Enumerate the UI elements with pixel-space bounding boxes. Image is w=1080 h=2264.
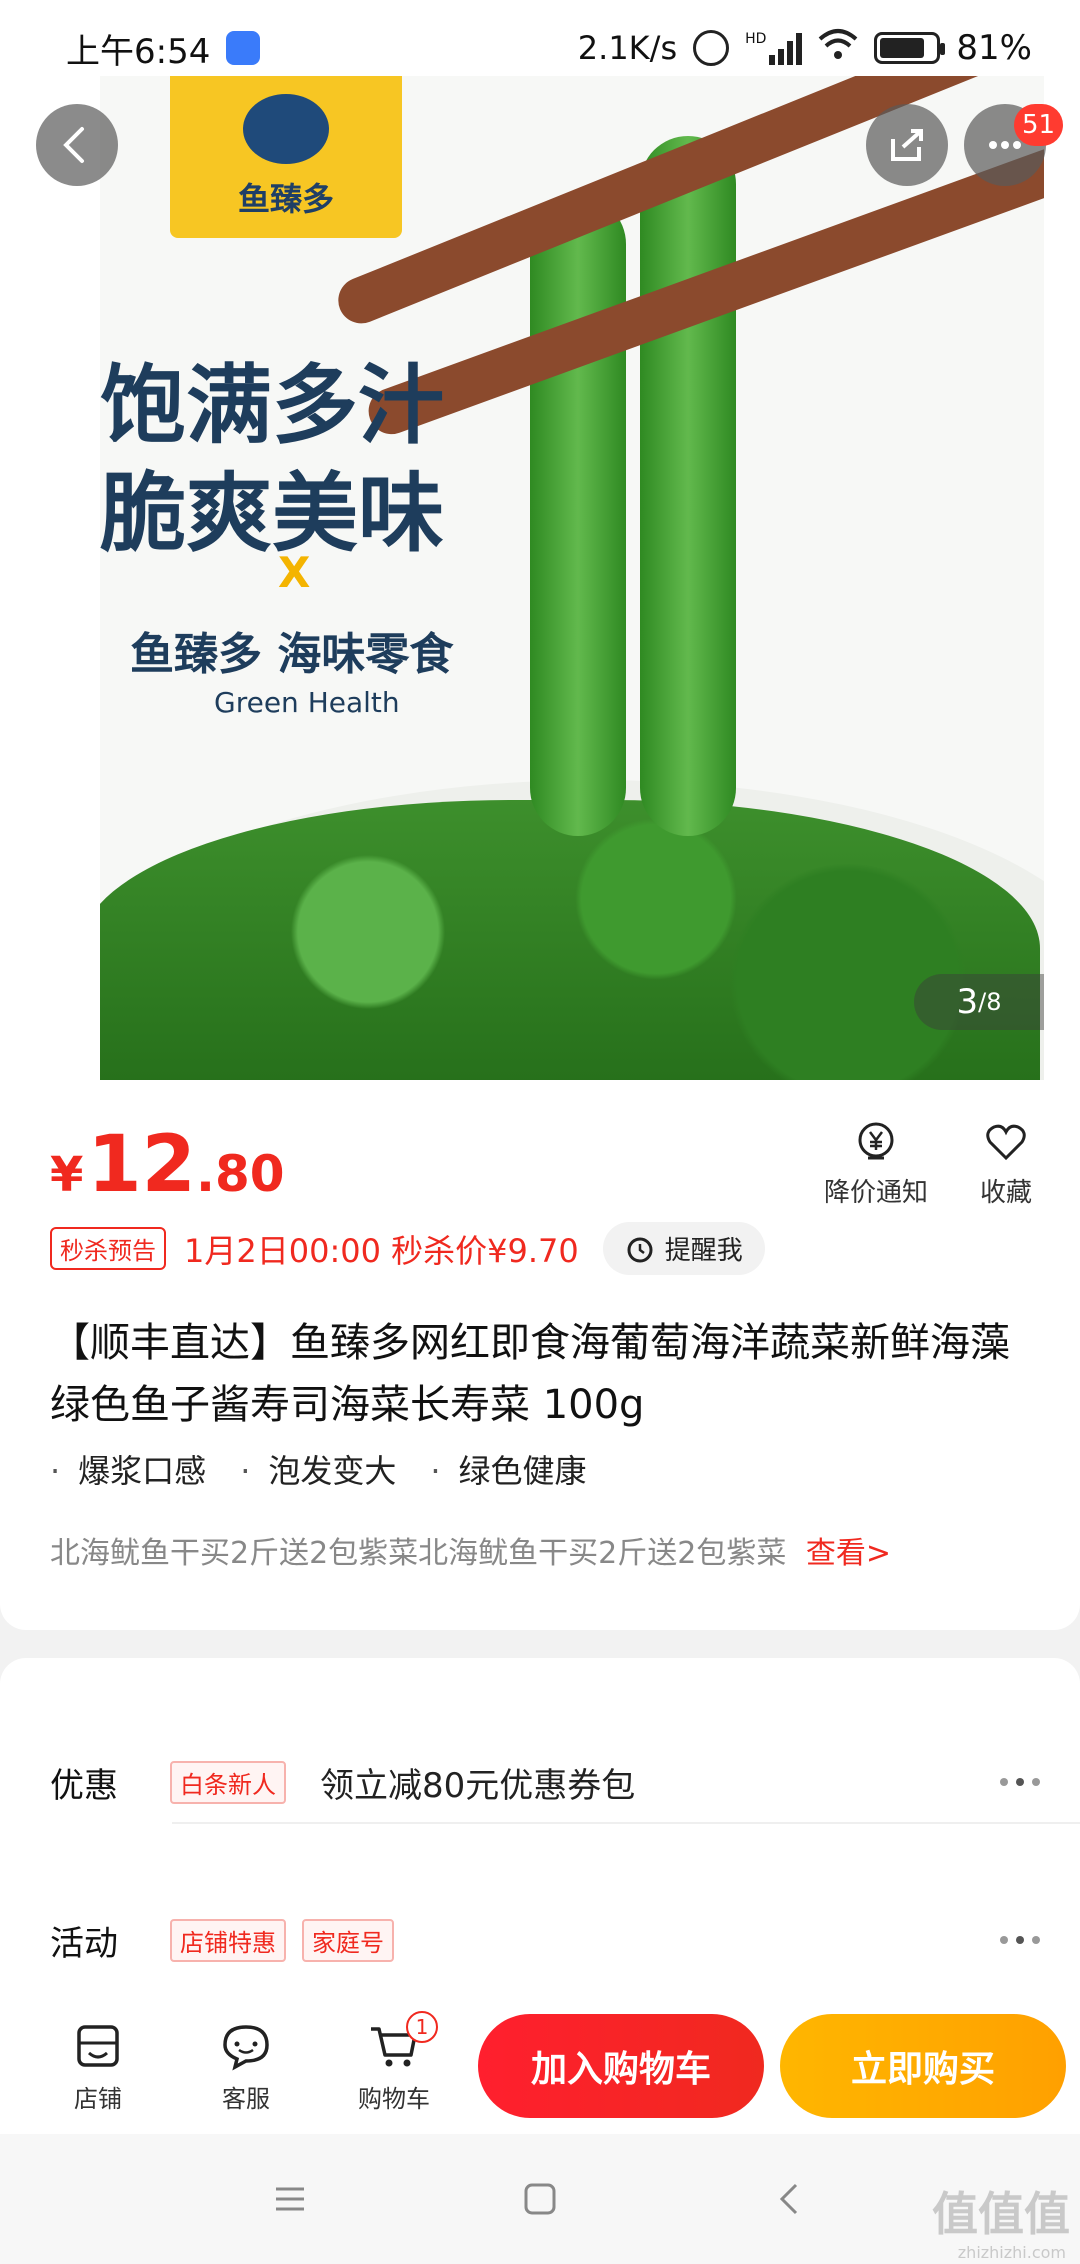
price: ¥ 12 .80: [50, 1120, 285, 1210]
brand-logo-icon: [243, 94, 329, 164]
promo-view-link[interactable]: 查看>: [806, 1536, 891, 1571]
brand-name: 鱼臻多: [237, 180, 334, 218]
battery-percent: 81%: [956, 28, 1032, 68]
store-button[interactable]: 店铺: [24, 2019, 172, 2114]
store-label: 店铺: [74, 2084, 122, 2113]
seaweed-strand-graphic: [640, 136, 736, 836]
flash-sale-tag: 秒杀预告: [50, 1227, 166, 1270]
divider: [172, 1822, 1080, 1824]
system-navigation-bar: [0, 2134, 1080, 2264]
price-integer: 12: [87, 1120, 196, 1210]
more-dots-icon[interactable]: [1000, 1936, 1040, 1944]
back-button[interactable]: [36, 104, 118, 186]
watermark-url: zhizhizhi.com: [957, 2243, 1066, 2262]
seaweed-strand-graphic: [530, 196, 626, 836]
chevron-left-icon: [63, 127, 84, 163]
yen-bell-icon: [858, 1122, 894, 1160]
price-alert-label: 降价通知: [823, 1178, 928, 1208]
store-icon: [77, 2024, 119, 2067]
add-to-cart-button[interactable]: 加入购物车: [478, 2014, 764, 2118]
image-total: /8: [978, 988, 1002, 1016]
price-alert-button[interactable]: 降价通知: [824, 1120, 928, 1209]
menu-icon[interactable]: [270, 2179, 310, 2219]
clock: 上午6:54: [66, 31, 211, 72]
network-speed: 2.1K/s: [577, 29, 678, 67]
flash-sale-text: 1月2日00:00 秒杀价¥9.70: [184, 1231, 579, 1270]
discount-text: 领立减80元优惠券包: [320, 1765, 636, 1806]
remind-me-label: 提醒我: [664, 1236, 743, 1266]
remind-me-button[interactable]: 提醒我: [602, 1222, 765, 1275]
favorite-label: 收藏: [979, 1178, 1032, 1208]
flash-sale-row: 秒杀预告 1月2日00:00 秒杀价¥9.70 提醒我: [50, 1222, 765, 1275]
promo-line: 北海鱿鱼干买2斤送2包紫菜北海鱿鱼干买2斤送2包紫菜 查看>: [50, 1528, 891, 1572]
hero-slogan: 饱满多汁 脆爽美味: [100, 352, 444, 568]
back-arrow-icon[interactable]: [770, 2179, 810, 2219]
heart-icon: [986, 1124, 1026, 1161]
product-detail-page: 鱼臻多 饱满多汁 脆爽美味 X 鱼臻多 海味零食 Green Health 3 …: [0, 0, 1080, 2264]
feature-item: 爆浆口感: [50, 1446, 206, 1492]
price-decimal: .80: [195, 1145, 285, 1203]
signal-icon: HD: [745, 31, 803, 65]
hero-english: Green Health: [214, 686, 400, 719]
hero-subtitle: 鱼臻多 海味零食: [130, 629, 454, 680]
notification-app-icon: [226, 31, 261, 65]
activity-label: 活动: [50, 1923, 118, 1964]
cart-count-badge: 1: [406, 2010, 438, 2043]
more-dots-icon[interactable]: [1000, 1778, 1040, 1786]
buy-now-button[interactable]: 立即购买: [780, 2014, 1066, 2118]
alarm-icon: [693, 30, 730, 66]
hero-cross: X: [278, 548, 311, 597]
discount-row[interactable]: 优惠 白条新人 领立减80元优惠券包: [50, 1722, 1040, 1842]
promo-text: 北海鱿鱼干买2斤送2包紫菜北海鱿鱼干买2斤送2包紫菜: [50, 1536, 787, 1571]
activity-row[interactable]: 活动 店铺特惠 家庭号: [50, 1880, 1040, 2000]
share-button[interactable]: [866, 104, 948, 186]
home-square-icon[interactable]: [520, 2179, 560, 2219]
message-count-badge: 51: [1014, 104, 1064, 146]
price-actions: 降价通知 收藏: [824, 1120, 1032, 1209]
battery-icon: [874, 32, 946, 64]
watermark-logo: 值值值: [932, 2187, 1070, 2241]
share-icon: [891, 129, 923, 161]
slogan-line-2: 脆爽美味: [100, 464, 444, 564]
hd-label: HD: [745, 31, 767, 47]
chat-bubble-icon: [223, 2024, 269, 2070]
product-features: 爆浆口感 泡发变大 绿色健康: [50, 1446, 587, 1492]
favorite-button[interactable]: 收藏: [980, 1120, 1032, 1209]
customer-service-label: 客服: [222, 2084, 270, 2113]
feature-item: 泡发变大: [240, 1446, 396, 1492]
activity-tag: 家庭号: [302, 1918, 394, 1962]
discount-tag: 白条新人: [170, 1760, 286, 1804]
customer-service-button[interactable]: 客服: [172, 2019, 320, 2114]
bottom-action-bar: 店铺 客服 1 购物车 加入购物车 立即购买: [0, 1998, 1080, 2134]
offers-card: 优惠 白条新人 领立减80元优惠券包 活动 店铺特惠 家庭号: [0, 1658, 1080, 1998]
seaweed-graphic: [100, 800, 1040, 1080]
alarm-clock-icon: [627, 1237, 653, 1262]
product-info-card: ¥ 12 .80 降价通知 收藏 秒杀预告 1月2日00:00 秒杀价¥9.70…: [0, 1080, 1080, 1630]
cart-button[interactable]: 1 购物车: [320, 2010, 468, 2114]
activity-tag: 店铺特惠: [170, 1918, 286, 1962]
status-bar: 上午6:54 2.1K/s HD 81%: [0, 0, 1080, 96]
feature-item: 绿色健康: [430, 1446, 587, 1492]
wifi-icon: [818, 27, 858, 70]
brand-tag: 鱼臻多: [170, 76, 402, 238]
discount-label: 优惠: [50, 1765, 118, 1806]
cart-label: 购物车: [358, 2084, 430, 2113]
price-currency: ¥: [50, 1147, 84, 1203]
slogan-line-1: 饱满多汁: [100, 356, 444, 456]
product-title: 【顺丰直达】鱼臻多网红即食海葡萄海洋蔬菜新鲜海藻绿色鱼子酱寿司海菜长寿菜 100…: [50, 1320, 1010, 1428]
image-index: 3: [956, 982, 979, 1022]
image-page-indicator: 3 /8: [914, 974, 1044, 1030]
